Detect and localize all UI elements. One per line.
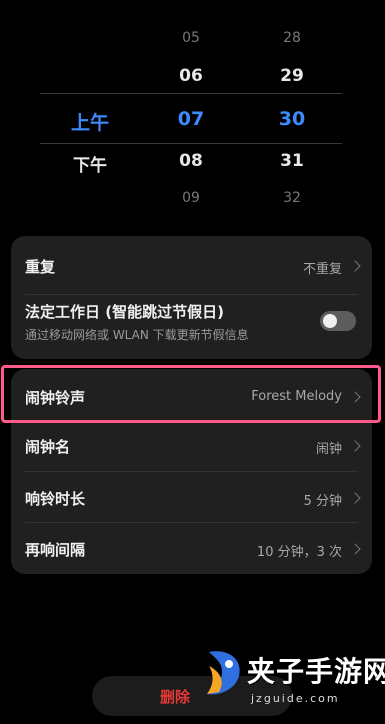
snooze-value: 10 分钟，3 次 bbox=[256, 545, 342, 560]
watermark-title: 夹子手游网 bbox=[247, 655, 385, 688]
chevron-right-icon bbox=[349, 440, 361, 452]
toggle-knob bbox=[323, 314, 337, 328]
hour-option[interactable]: 05 bbox=[141, 30, 241, 46]
watermark-logo-icon bbox=[207, 651, 240, 695]
minute-option[interactable]: 29 bbox=[242, 66, 342, 86]
picker-divider-bottom bbox=[40, 143, 342, 144]
duration-value: 5 分钟 bbox=[303, 494, 342, 509]
hour-selected[interactable]: 07 bbox=[141, 108, 241, 130]
repeat-value: 不重复 bbox=[302, 262, 342, 277]
period-selected[interactable]: 上午 bbox=[40, 108, 140, 135]
workday-description: 通过移动网络或 WLAN 下载更新节假信息 bbox=[25, 328, 249, 342]
period-option-pm[interactable]: 下午 bbox=[40, 151, 140, 176]
minute-option[interactable]: 32 bbox=[242, 190, 342, 206]
workday-row[interactable]: 法定工作日 (智能跳过节假日) 通过移动网络或 WLAN 下载更新节假信息 bbox=[11, 295, 372, 359]
time-picker[interactable]: 上午 下午 05 06 07 08 09 28 29 30 31 32 bbox=[0, 0, 385, 225]
duration-row[interactable]: 响铃时长 5 分钟 bbox=[11, 472, 372, 522]
highlight-frame bbox=[1, 365, 381, 423]
chevron-right-icon bbox=[349, 543, 361, 555]
repeat-label: 重复 bbox=[25, 258, 56, 276]
workday-label: 法定工作日 (智能跳过节假日) bbox=[25, 303, 224, 321]
watermark-url: jzguide.com bbox=[251, 692, 340, 705]
picker-divider-top bbox=[40, 93, 342, 94]
settings-card-repeat: 重复 不重复 法定工作日 (智能跳过节假日) 通过移动网络或 WLAN 下载更新… bbox=[11, 236, 372, 359]
minute-selected[interactable]: 30 bbox=[242, 108, 342, 130]
watermark: 夹子手游网 jzguide.com bbox=[195, 640, 385, 724]
snooze-row[interactable]: 再响间隔 10 分钟，3 次 bbox=[11, 523, 372, 574]
duration-label: 响铃时长 bbox=[25, 490, 86, 508]
hour-option[interactable]: 08 bbox=[141, 151, 241, 171]
workday-toggle[interactable] bbox=[320, 311, 356, 331]
snooze-label: 再响间隔 bbox=[25, 541, 86, 559]
hour-option[interactable]: 06 bbox=[141, 66, 241, 86]
delete-label: 删除 bbox=[160, 688, 191, 706]
hour-option[interactable]: 09 bbox=[141, 190, 241, 206]
chevron-right-icon bbox=[349, 492, 361, 504]
alarm-name-row[interactable]: 闹钟名 闹钟 bbox=[11, 421, 372, 471]
alarm-name-label: 闹钟名 bbox=[25, 438, 71, 456]
repeat-row[interactable]: 重复 不重复 bbox=[11, 236, 372, 294]
alarm-name-value: 闹钟 bbox=[315, 442, 342, 457]
minute-option[interactable]: 31 bbox=[242, 151, 342, 171]
minute-option[interactable]: 28 bbox=[242, 30, 342, 46]
chevron-right-icon bbox=[349, 260, 361, 272]
